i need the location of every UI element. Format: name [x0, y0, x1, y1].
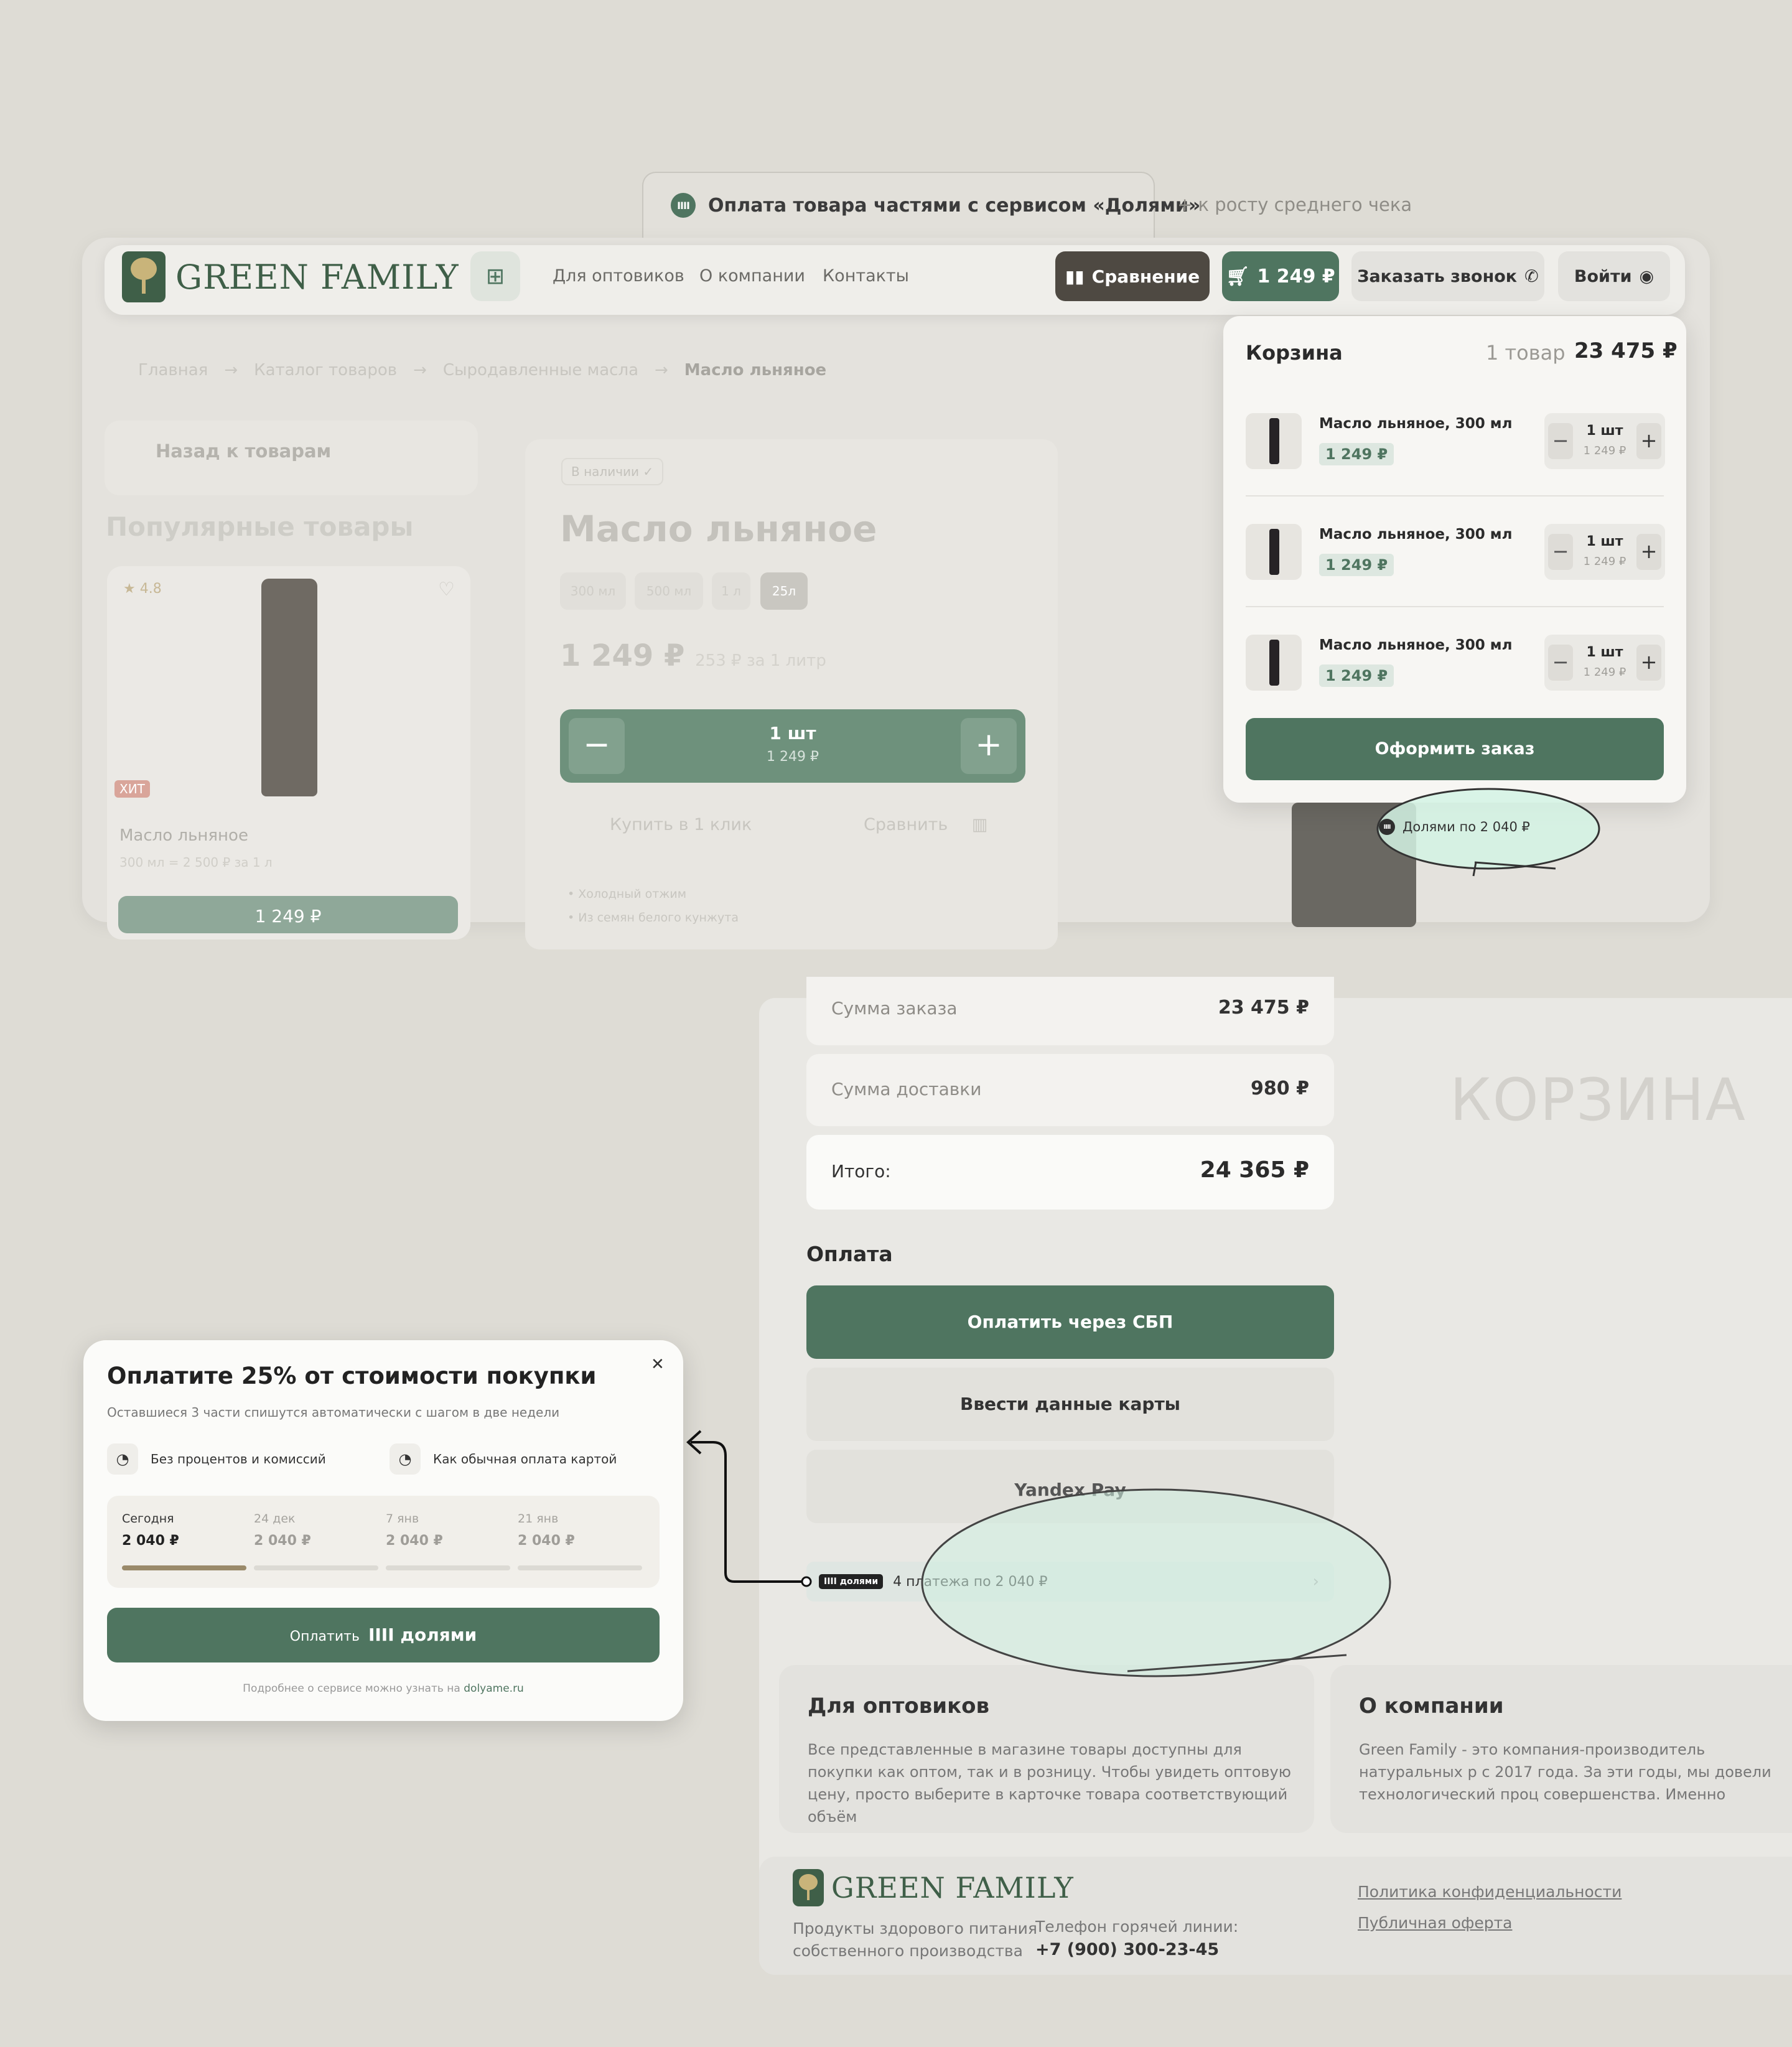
connector-dot: [801, 1576, 812, 1587]
connector-arrow: [691, 1441, 806, 1583]
highlight-ellipse: [921, 1488, 1391, 1677]
dolyame-callout[interactable]: IIII Долями по 2 040 ₽: [1379, 819, 1530, 835]
dolyame-callout-text: Долями по 2 040 ₽: [1402, 819, 1530, 834]
dolyame-icon: IIII: [1379, 819, 1395, 835]
annotation-layer: [686, 788, 1600, 1677]
